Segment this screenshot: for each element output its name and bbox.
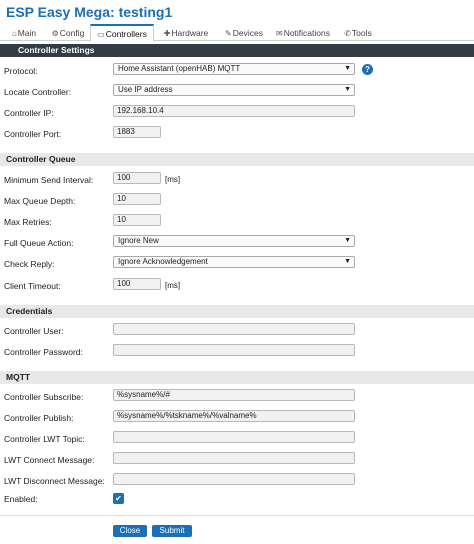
controller-user-input[interactable] bbox=[113, 323, 355, 335]
tab-tools[interactable]: ✆Tools bbox=[340, 26, 376, 41]
check-reply-label: Check Reply: bbox=[4, 259, 55, 269]
envelope-icon: ✉ bbox=[275, 29, 283, 38]
check-reply-select[interactable]: Ignore Acknowledgement ▼ bbox=[113, 256, 355, 268]
tab-notifications[interactable]: ✉Notifications bbox=[272, 26, 334, 41]
controller-lwt-topic-input[interactable] bbox=[113, 431, 355, 443]
gear-icon: ⚙ bbox=[51, 29, 59, 38]
controller-user-label: Controller User: bbox=[4, 326, 64, 336]
plug-icon: ✎ bbox=[225, 29, 232, 38]
locate-controller-label: Locate Controller: bbox=[4, 87, 72, 97]
controller-lwt-topic-label: Controller LWT Topic: bbox=[4, 434, 85, 444]
controller-publish-label: Controller Publish: bbox=[4, 413, 74, 423]
controller-subscribe-label: Controller Subscribe: bbox=[4, 392, 84, 402]
footer-divider bbox=[0, 515, 474, 516]
pin-icon: ✚ bbox=[163, 29, 171, 38]
lwt-connect-message-label: LWT Connect Message: bbox=[4, 455, 95, 465]
tab-main[interactable]: ⌂Main bbox=[6, 26, 42, 41]
tab-config[interactable]: ⚙Config bbox=[48, 26, 88, 41]
client-timeout-label: Client Timeout: bbox=[4, 281, 61, 291]
max-retries-input[interactable]: 10 bbox=[113, 214, 161, 226]
lwt-connect-message-input[interactable] bbox=[113, 452, 355, 464]
full-queue-action-select[interactable]: Ignore New ▼ bbox=[113, 235, 355, 247]
section-controller-queue: Controller Queue bbox=[0, 153, 474, 166]
section-credentials: Credentials bbox=[0, 305, 474, 318]
enabled-label: Enabled: bbox=[4, 494, 38, 504]
tab-hardware[interactable]: ✚Hardware bbox=[158, 26, 214, 41]
wrench-icon: ✆ bbox=[344, 29, 351, 38]
lwt-disconnect-message-label: LWT Disconnect Message: bbox=[4, 476, 105, 486]
tab-devices[interactable]: ✎Devices bbox=[220, 26, 268, 41]
max-retries-label: Max Retries: bbox=[4, 217, 52, 227]
full-queue-action-label: Full Queue Action: bbox=[4, 238, 74, 248]
controller-port-label: Controller Port: bbox=[4, 129, 62, 139]
lwt-disconnect-message-input[interactable] bbox=[113, 473, 355, 485]
min-send-interval-unit: [ms] bbox=[165, 175, 181, 184]
tab-bar: ⌂Main ⚙Config ▭Controllers ✚Hardware ✎De… bbox=[0, 24, 474, 42]
controller-password-input[interactable] bbox=[113, 344, 355, 356]
controller-publish-input[interactable]: %sysname%/%tskname%/%valname% bbox=[113, 410, 355, 422]
dropdown-arrow-icon: ▼ bbox=[344, 258, 351, 265]
section-controller-settings: Controller Settings bbox=[0, 44, 474, 57]
max-queue-depth-label: Max Queue Depth: bbox=[4, 196, 76, 206]
controller-ip-label: Controller IP: bbox=[4, 108, 54, 118]
enabled-checkbox[interactable]: ✔ bbox=[113, 493, 124, 504]
controller-port-input[interactable]: 1883 bbox=[113, 126, 161, 138]
help-icon[interactable]: ? bbox=[362, 64, 373, 75]
min-send-interval-label: Minimum Send Interval: bbox=[4, 175, 94, 185]
max-queue-depth-input[interactable]: 10 bbox=[113, 193, 161, 205]
client-timeout-unit: [ms] bbox=[165, 281, 181, 290]
chat-icon: ▭ bbox=[97, 30, 105, 39]
app-title: ESP Easy Mega: testing1 bbox=[6, 4, 173, 20]
checkmark-icon: ✔ bbox=[115, 494, 122, 503]
protocol-select[interactable]: Home Assistant (openHAB) MQTT ▼ bbox=[113, 63, 355, 75]
client-timeout-input[interactable]: 100 bbox=[113, 278, 161, 290]
tab-controllers[interactable]: ▭Controllers bbox=[90, 24, 154, 42]
protocol-label: Protocol: bbox=[4, 66, 38, 76]
locate-controller-select[interactable]: Use IP address ▼ bbox=[113, 84, 355, 96]
dropdown-arrow-icon: ▼ bbox=[344, 86, 351, 93]
dropdown-arrow-icon: ▼ bbox=[344, 237, 351, 244]
home-icon: ⌂ bbox=[11, 29, 17, 38]
controller-ip-input[interactable]: 192.168.10.4 bbox=[113, 105, 355, 117]
min-send-interval-input[interactable]: 100 bbox=[113, 172, 161, 184]
close-button[interactable]: Close bbox=[113, 525, 147, 537]
dropdown-arrow-icon: ▼ bbox=[344, 65, 351, 72]
section-mqtt: MQTT bbox=[0, 371, 474, 384]
submit-button[interactable]: Submit bbox=[152, 525, 192, 537]
controller-subscribe-input[interactable]: %sysname%/# bbox=[113, 389, 355, 401]
controller-password-label: Controller Password: bbox=[4, 347, 83, 357]
